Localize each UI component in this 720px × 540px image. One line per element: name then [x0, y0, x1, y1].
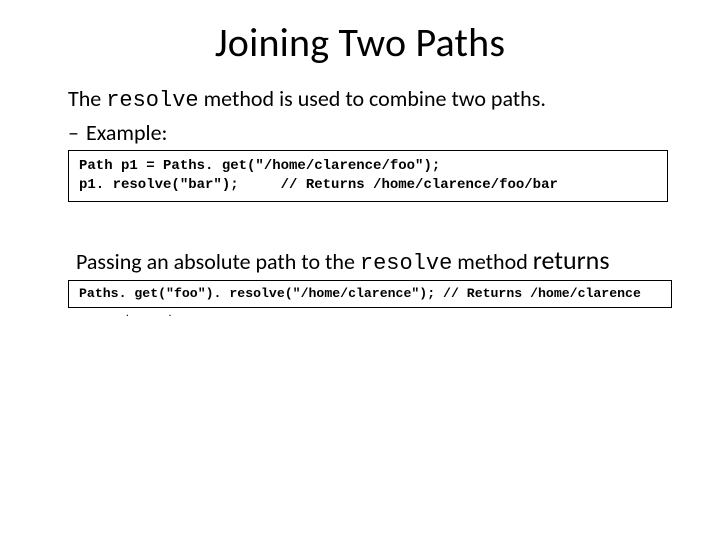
under-stubs: . . — [68, 306, 680, 319]
inline-code-resolve-1: resolve — [106, 88, 198, 113]
slide-body: The resolve method is used to combine tw… — [40, 85, 680, 319]
para2: Passing an absolute path to the resolve … — [68, 244, 680, 279]
code-box-2: Paths. get("foo"). resolve("/home/claren… — [68, 280, 672, 308]
spacer — [68, 202, 680, 244]
under-dot-2: . — [169, 306, 172, 319]
slide-title: Joining Two Paths — [40, 18, 680, 67]
para2-pre: Passing an absolute path to the — [76, 248, 360, 275]
code-box-1: Path p1 = Paths. get("/home/clarence/foo… — [68, 150, 668, 202]
under-dot-1: . — [126, 306, 129, 319]
slide: Joining Two Paths The resolve method is … — [0, 0, 720, 540]
example-bullet: –Example: — [68, 119, 680, 146]
intro-paragraph: The resolve method is used to combine tw… — [68, 85, 680, 113]
code2-line1: Paths. get("foo"). resolve("/home/claren… — [79, 286, 641, 301]
intro-post: method is used to combine two paths. — [199, 85, 546, 112]
code1-line1: Path p1 = Paths. get("/home/clarence/foo… — [79, 158, 440, 174]
code1-line2: p1. resolve("bar"); // Returns /home/cla… — [79, 177, 558, 193]
bullet-dash-icon: – — [68, 119, 86, 146]
bullet-label: Example: — [86, 119, 167, 146]
para2-tail: returns — [533, 244, 610, 276]
intro-pre: The — [68, 85, 106, 112]
para2-mid: method — [452, 248, 532, 275]
inline-code-resolve-2: resolve — [360, 251, 452, 276]
